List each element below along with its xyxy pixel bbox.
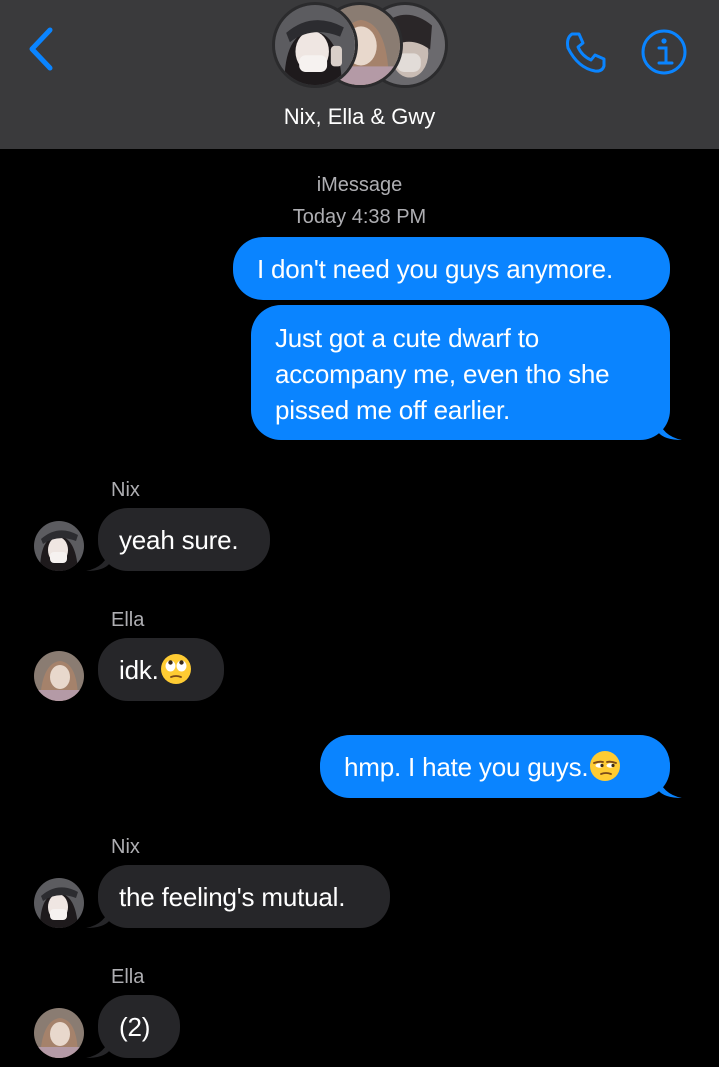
received-message-bubble[interactable]: idk.	[98, 638, 224, 701]
received-message-bubble[interactable]: the feeling's mutual.	[86, 865, 390, 928]
sent-message-bubble[interactable]: Just got a cute dwarf to accompany me, e…	[251, 305, 682, 440]
message-text: (2)	[119, 1012, 151, 1042]
avatar-ella[interactable]	[34, 1008, 84, 1058]
face-with-rolling-eyes-emoji	[160, 654, 191, 684]
sent-message-bubble[interactable]: hmp. I hate you guys.	[320, 735, 682, 798]
group-name[interactable]: Nix, Ella & Gwy	[0, 104, 719, 130]
message-timestamp: Today 4:38 PM	[292, 206, 427, 228]
sender-name: Nix	[111, 479, 140, 501]
sender-name: Ella	[111, 966, 145, 988]
avatar-ella[interactable]	[34, 651, 84, 701]
received-message-bubble[interactable]: yeah sure.	[86, 508, 270, 571]
avatar-nix[interactable]	[34, 521, 84, 571]
message-text-line: pissed me off earlier.	[275, 395, 511, 425]
group-avatar-stack[interactable]	[272, 2, 448, 88]
sender-name: Nix	[111, 836, 140, 858]
message-text-line: Just got a cute dwarf to	[275, 323, 540, 353]
service-label: iMessage	[316, 174, 403, 196]
back-chevron-icon[interactable]	[24, 26, 58, 72]
message-text: yeah sure.	[119, 525, 239, 555]
message-text: idk.	[119, 655, 159, 685]
phone-icon[interactable]	[562, 28, 610, 76]
info-icon[interactable]	[640, 28, 688, 76]
avatar-nix	[272, 2, 358, 88]
bubble-tail	[658, 418, 682, 440]
avatar-nix[interactable]	[34, 878, 84, 928]
message-text: the feeling's mutual.	[119, 882, 346, 912]
bubble-tail	[86, 906, 110, 928]
message-text: hmp. I hate you guys.	[344, 752, 589, 782]
bubble-tail	[86, 1036, 110, 1058]
sender-name: Ella	[111, 609, 145, 631]
bubble-tail	[86, 549, 110, 571]
received-message-bubble[interactable]: (2)	[86, 995, 180, 1058]
message-text-line: accompany me, even tho she	[275, 359, 610, 389]
conversation-header: Nix, Ella & Gwy	[0, 0, 719, 149]
sent-message-bubble[interactable]: I don't need you guys anymore.	[233, 237, 670, 300]
unamused-face-emoji	[590, 751, 621, 781]
message-text: I don't need you guys anymore.	[257, 254, 613, 284]
bubble-tail	[658, 776, 682, 798]
